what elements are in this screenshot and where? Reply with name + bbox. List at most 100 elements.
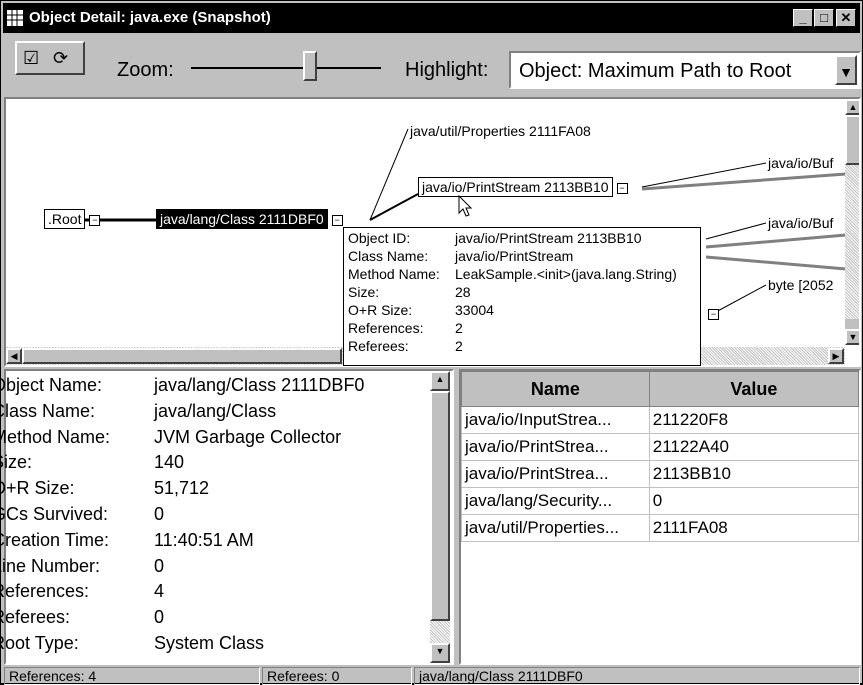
table-cell-name: java/util/Properties... [461,514,650,542]
detail-row: Size: 140 [0,452,184,473]
detail-value: java/lang/Class 2111DBF0 [154,375,365,395]
references-table: Name Value java/io/InputStrea... 211220F8… [461,371,860,542]
detail-label: Class Name: [0,400,96,421]
column-header-name[interactable]: Name [461,371,650,407]
tooltip-label: Object ID: [348,230,411,246]
detail-value: System Class [154,633,265,653]
tooltip-label: Size: [348,284,380,300]
scroll-left-icon[interactable]: ◀ [6,348,22,364]
tooltip-label: References: [348,320,424,336]
toolbar-button-group: ☑ ⟳ [15,41,85,75]
table-cell-value: 21122A40 [648,433,860,461]
graph-node-printstream[interactable]: java/io/PrintStream 2113BB10− [418,177,628,197]
scroll-track [430,621,450,643]
detail-value: JVM Garbage Collector [154,426,342,447]
scroll-right-icon[interactable]: ▶ [828,348,844,364]
detail-label: Root Type: [0,633,79,653]
table-cell-value: 0 [648,487,860,515]
scroll-track [845,165,859,319]
highlight-select-value: Object: Maximum Path to Root [519,60,792,82]
close-button[interactable]: ✕ [836,9,856,27]
detail-row: Root Type: System Class [0,633,264,654]
graph-node-buf-1[interactable]: java/io/Buf [768,155,833,171]
detail-label: GCs Survived: [0,504,109,524]
zoom-slider-thumb[interactable] [303,51,317,81]
detail-row: Method Name: JVM Garbage Collector [0,426,341,448]
detail-label: References: [0,581,90,602]
edge-to-byte [713,284,767,314]
scroll-up-icon[interactable]: ▲ [845,99,859,115]
status-referees: Referees: 0 [262,667,412,685]
tooltip-value: 33004 [455,302,494,318]
highlight-label: Highlight: [405,59,489,81]
scroll-down-icon[interactable]: ▼ [845,329,859,345]
edit-view-icon[interactable]: ☑ [23,48,39,68]
scroll-thumb[interactable] [845,115,859,165]
table-cell-name: java/io/InputStrea... [461,406,650,434]
zoom-label: Zoom: [117,59,174,81]
tooltip-value: LeakSample.<init>(java.lang.String) [455,266,677,282]
graph-node-buf-2[interactable]: java/io/Buf [768,215,833,231]
detail-row: Object Name: java/lang/Class 2111DBF0 [0,375,364,396]
edge-class-properties [369,128,409,221]
table-row[interactable]: java/io/InputStrea... 211220F8 [461,406,860,434]
tooltip-label: Class Name: [348,248,429,264]
graph-node-root[interactable]: .Root − [44,209,101,229]
dropdown-arrow-icon[interactable]: ▼ [835,55,857,85]
references-table-panel[interactable]: Name Value java/io/InputStrea... 211220F8… [459,369,861,665]
edge-class-printstream [369,193,419,221]
title-bar[interactable]: Object Detail: java.exe (Snapshot) _ □ ✕ [3,3,860,33]
graph-node-properties[interactable]: java/util/Properties 2111FA08 [410,123,591,139]
detail-label: Method Name: [0,426,111,447]
detail-label: Size: [0,452,33,473]
graph-node-class[interactable]: java/lang/Class 2111DBF0− [156,209,343,229]
detail-row: O+R Size: 51,712 [0,478,209,499]
edge-to-buf2-bold [705,233,847,249]
highlight-select[interactable]: Object: Maximum Path to Root ▼ [509,51,861,89]
tooltip-label: Method Name: [348,266,440,282]
object-detail-window: Object Detail: java.exe (Snapshot) _ □ ✕… [0,0,863,685]
details-vertical-scrollbar[interactable]: ▲ ▼ [430,371,450,663]
minimize-button[interactable]: _ [793,9,813,27]
detail-value: 4 [154,581,165,602]
maximize-button[interactable]: □ [814,9,834,27]
table-row[interactable]: java/lang/Security... 0 [461,487,860,515]
scroll-thumb[interactable] [430,391,450,621]
detail-value: 11:40:51 AM [154,529,254,550]
tooltip-value: java/io/PrintStream [455,248,574,264]
graph-node-byte[interactable]: byte [2052 [768,277,833,293]
tooltip-label: O+R Size: [348,302,413,318]
table-row[interactable]: java/util/Properties... 2111FA08 [461,514,860,542]
table-row[interactable]: java/io/PrintStrea... 21122A40 [461,433,860,461]
detail-value: java/lang/Class [154,400,277,421]
tooltip-value: 28 [455,284,471,300]
scroll-down-icon[interactable]: ▼ [430,643,450,663]
detail-value: 0 [154,504,165,524]
collapse-toggle[interactable]: − [708,309,719,320]
table-row[interactable]: java/io/PrintStrea... 2113BB10 [461,460,860,488]
zoom-slider-track[interactable] [191,67,381,69]
detail-label: O+R Size: [0,478,75,499]
detail-row: GCs Survived: 0 [0,504,164,525]
grid-icon [7,10,23,26]
edge-to-buf2 [705,222,767,240]
detail-row: Class Name: java/lang/Class [0,400,276,422]
refresh-icon[interactable]: ⟳ [53,48,68,68]
scroll-up-icon[interactable]: ▲ [430,371,450,391]
object-details-panel[interactable]: Object Name: java/lang/Class 2111DBF0 Clas… [0,369,454,665]
detail-value: 0 [154,607,165,628]
edge-to-byte-bold [705,255,847,271]
h-scroll-thumb[interactable] [22,348,342,364]
detail-label: Creation Time: [0,529,110,550]
detail-label: Referees: [0,607,71,628]
tooltip-value: 2 [455,338,463,354]
window-title: Object Detail: java.exe (Snapshot) [29,9,271,26]
table-cell-name: java/lang/Security... [461,487,650,515]
column-header-value[interactable]: Value [648,371,860,407]
table-cell-name: java/io/PrintStrea... [461,460,650,488]
detail-value: 51,712 [154,478,210,499]
graph-vertical-scrollbar[interactable]: ▲ ▼ [845,99,859,345]
tooltip-value: java/io/PrintStream 2113BB10 [455,230,642,246]
table-cell-name: java/io/PrintStrea... [461,433,650,461]
status-object: java/lang/Class 2111DBF0 [414,667,860,685]
